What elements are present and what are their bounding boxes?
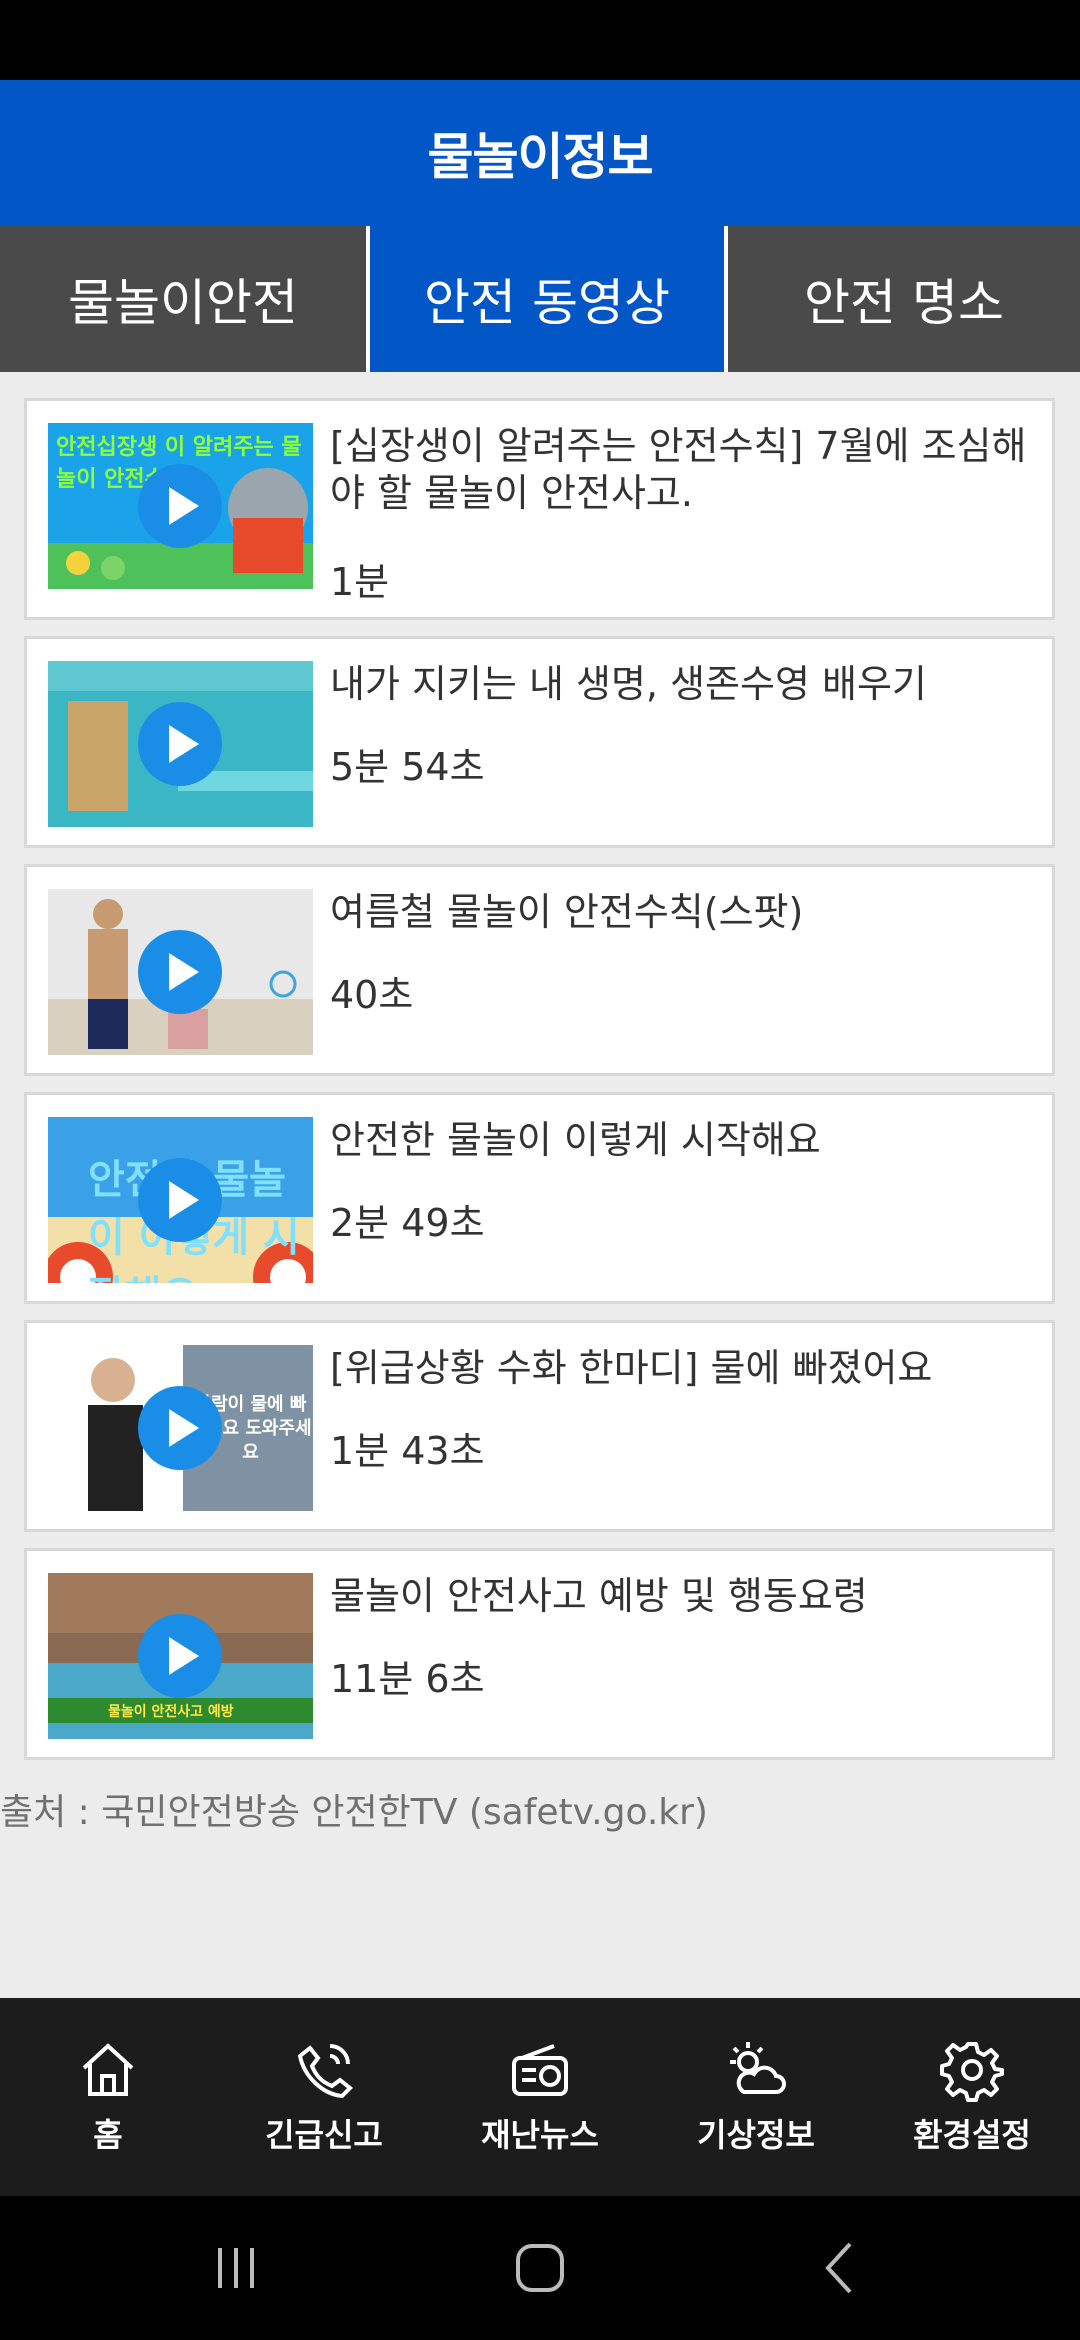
nav-settings[interactable]: 환경설정 [864, 1998, 1080, 2196]
play-icon[interactable] [138, 1158, 222, 1242]
play-icon[interactable] [138, 702, 222, 786]
nav-label: 긴급신고 [265, 2116, 383, 2154]
nav-home[interactable]: 홈 [0, 1998, 216, 2196]
video-thumbnail[interactable] [48, 661, 313, 827]
source-credit: 출처 : 국민안전방송 안전한TV (safetv.go.kr) [0, 1792, 708, 1833]
nav-weather[interactable]: 기상정보 [648, 1998, 864, 2196]
home-button-icon[interactable] [508, 2236, 572, 2300]
video-thumbnail[interactable]: 안전십장생 이 알려주는 물놀이 안전수칙 [48, 423, 313, 589]
bottom-navigation: 홈 긴급신고 재난뉴스 기상정보 환경설정 [0, 1998, 1080, 2196]
weather-icon [730, 2042, 786, 2094]
video-duration: 1분 43초 [330, 1429, 485, 1473]
video-title: 내가 지키는 내 생명, 생존수영 배우기 [330, 662, 927, 706]
tab-bar: 물놀이안전 안전 동영상 안전 명소 [0, 226, 1080, 372]
play-icon[interactable] [138, 1386, 222, 1470]
thumbnail-caption: 물놀이 안전사고 예방 [108, 1704, 234, 1720]
video-title: [위급상황 수화 한마디] 물에 빠졌어요 [330, 1346, 933, 1390]
phone-icon [297, 2044, 353, 2099]
video-item[interactable]: 안전한 물놀이 이렇게 시작해요 안전한 물놀이 이렇게 시작해요 2분 49초 [24, 1092, 1055, 1304]
play-icon[interactable] [138, 464, 222, 548]
video-duration: 11분 6초 [330, 1657, 485, 1701]
video-duration: 40초 [330, 973, 414, 1017]
video-title: 안전한 물놀이 이렇게 시작해요 [330, 1118, 821, 1162]
radio-icon [512, 2044, 568, 2096]
nav-emergency-call[interactable]: 긴급신고 [216, 1998, 432, 2196]
video-thumbnail[interactable]: 물놀이 안전사고 예방 [48, 1573, 313, 1739]
video-title: 물놀이 안전사고 예방 및 행동요령 [330, 1574, 868, 1618]
tab-safety-videos[interactable]: 안전 동영상 [370, 226, 724, 372]
tab-water-safety[interactable]: 물놀이안전 [0, 226, 366, 372]
video-duration: 2분 49초 [330, 1201, 485, 1245]
video-thumbnail[interactable] [48, 889, 313, 1055]
video-item[interactable]: 여름철 물놀이 안전수칙(스팟) 40초 [24, 864, 1055, 1076]
page-title: 물놀이정보 [0, 80, 1080, 226]
video-title: 여름철 물놀이 안전수칙(스팟) [330, 890, 804, 934]
system-navigation-bar [0, 2196, 1080, 2340]
nav-label: 환경설정 [913, 2116, 1031, 2154]
video-duration: 1분 [330, 560, 390, 604]
home-icon [82, 2043, 134, 2096]
status-bar [0, 0, 1080, 80]
video-item[interactable]: 내가 지키는 내 생명, 생존수영 배우기 5분 54초 [24, 636, 1055, 848]
video-item[interactable]: 안전십장생 이 알려주는 물놀이 안전수칙 [십장생이 알려주는 안전수칙] 7… [24, 398, 1055, 620]
video-item[interactable]: 물놀이 안전사고 예방 물놀이 안전사고 예방 및 행동요령 11분 6초 [24, 1548, 1055, 1760]
play-icon[interactable] [138, 1614, 222, 1698]
recent-apps-icon[interactable] [204, 2236, 268, 2300]
nav-label: 재난뉴스 [481, 2116, 599, 2154]
tab-safe-places[interactable]: 안전 명소 [728, 226, 1080, 372]
nav-disaster-news[interactable]: 재난뉴스 [432, 1998, 648, 2196]
video-title: [십장생이 알려주는 안전수칙] 7월에 조심해야 할 물놀이 안전사고. [330, 424, 1027, 515]
play-icon[interactable] [138, 930, 222, 1014]
nav-label: 홈 [93, 2116, 123, 2154]
back-icon[interactable] [810, 2236, 874, 2300]
video-thumbnail[interactable]: 사람이 물에 빠졌어요 도와주세요 [48, 1345, 313, 1511]
gear-icon [940, 2042, 1004, 2102]
video-item[interactable]: 사람이 물에 빠졌어요 도와주세요 [위급상황 수화 한마디] 물에 빠졌어요 … [24, 1320, 1055, 1532]
video-thumbnail[interactable]: 안전한 물놀이 이렇게 시작해요 [48, 1117, 313, 1283]
nav-label: 기상정보 [697, 2116, 815, 2154]
video-duration: 5분 54초 [330, 745, 485, 789]
